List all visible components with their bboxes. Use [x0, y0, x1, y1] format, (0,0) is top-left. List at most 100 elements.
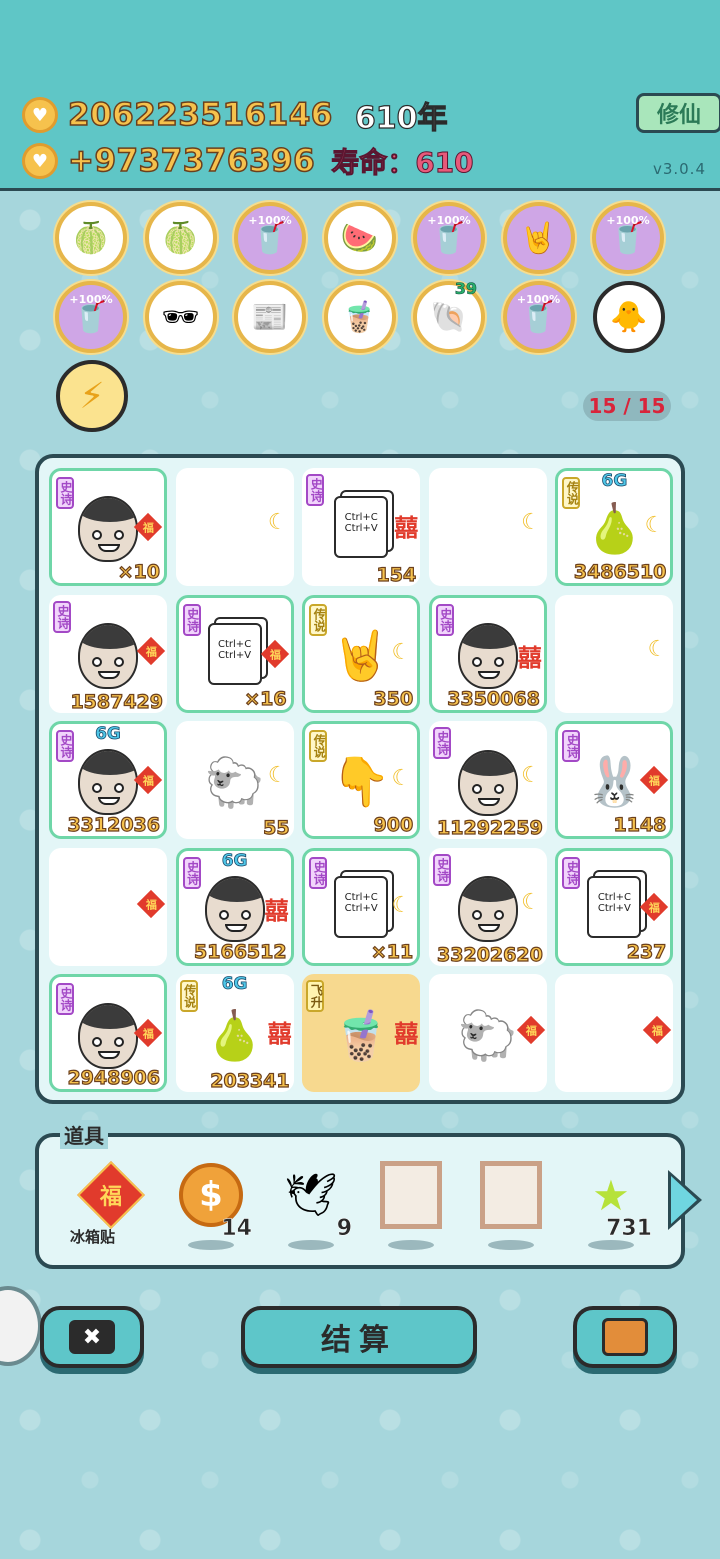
rarity-tag: 史诗	[306, 474, 325, 506]
fu-badge-icon: 福	[136, 889, 166, 918]
board-cell-pear[interactable]: 🍐 传说 6G ☾ 3486510	[555, 468, 674, 586]
top-header: ♥ 206223516146 610年 ♥ +9737376396 寿命：610…	[0, 0, 720, 191]
rarity-tag: 史诗	[309, 856, 328, 889]
relic-glyph: 📰	[251, 299, 289, 335]
heart-coin-icon: ♥	[22, 97, 58, 133]
moon-icon: ☾	[267, 510, 288, 535]
rarity-tag: 传说	[309, 603, 328, 636]
board-cell-face[interactable]: 史诗福 1587429	[49, 594, 167, 713]
relic-glyph: 🤘	[519, 220, 558, 256]
character-face-icon	[457, 749, 518, 816]
merge-board: 史诗福 ×10 ☾ Ctrl+C Ctrl+V 史诗囍 154 ☾ 🍐 传说 6G ☾ 3486510…	[35, 454, 685, 1104]
ctrl-c-v-card-icon: Ctrl+C Ctrl+V	[587, 875, 642, 938]
backpack-button[interactable]	[573, 1306, 677, 1368]
pomelo-icon[interactable]: 🍈	[144, 202, 217, 274]
relic-glyph: 🐚	[430, 299, 468, 335]
board-cell-point[interactable]: 👇 传说 ☾ 900	[302, 721, 421, 840]
tools-next-arrow-icon[interactable]	[668, 1170, 702, 1230]
rarity-tag: 史诗	[53, 600, 71, 633]
relic-glyph: 🍈	[161, 220, 200, 256]
relic-bonus-label: +100%	[69, 293, 113, 306]
rock-hand-icon[interactable]: 🤘	[502, 202, 575, 274]
cell-value: 11292259	[436, 817, 543, 840]
tool-bird[interactable]: 🕊 9	[276, 1160, 352, 1250]
cup-bonus-icon[interactable]: 🥤 +100%	[413, 202, 485, 274]
board-cell-tea[interactable]: 🧋 飞升囍	[302, 974, 421, 1093]
tool-fridge-magnet[interactable]: 福 冰箱贴	[70, 1160, 146, 1250]
coin-qty: 14	[221, 1216, 252, 1242]
lightning-icon[interactable]: ⚡	[56, 360, 128, 432]
fu-badge-icon: 福	[640, 766, 669, 795]
cup-bonus-icon[interactable]: 🥤 +100%	[234, 202, 306, 274]
rarity-tag: 史诗	[432, 727, 451, 760]
cultivate-button[interactable]: 修仙	[636, 93, 720, 133]
tool-frame-1[interactable]	[376, 1160, 446, 1250]
pear-sunglasses-icon[interactable]: 🕶	[144, 281, 217, 353]
board-cell-ctrl[interactable]: Ctrl+C Ctrl+V 史诗囍 154	[302, 468, 421, 586]
board-cell-ctrl[interactable]: Ctrl+C Ctrl+V 史诗 ☾ ×11	[302, 847, 421, 966]
board-cell-face[interactable]: 史诗 6G 囍 5166512	[175, 847, 294, 966]
board-cell-empty[interactable]: ☾	[555, 594, 674, 713]
relic-count: 39	[454, 279, 477, 299]
board-cell-face[interactable]: 史诗囍 3350068	[428, 594, 547, 713]
fu-badge-icon: 福	[133, 766, 163, 795]
character-face-icon	[457, 876, 518, 943]
ctrl-c-v-card-icon: Ctrl+C Ctrl+V	[334, 496, 389, 558]
relic-glyph: 🍉	[340, 220, 379, 256]
coins-rate-row: ♥ +9737376396 寿命：610	[22, 141, 474, 181]
fu-badge-icon: 福	[643, 1016, 672, 1045]
cup-bonus-icon[interactable]: 🥤 +100%	[55, 281, 127, 353]
shell-icon[interactable]: 🐚 39	[413, 279, 485, 353]
cell-value: 154	[376, 563, 417, 586]
double-happiness-icon: 囍	[517, 643, 542, 672]
pomelo-icon[interactable]: 🍈	[55, 202, 127, 274]
board-cell-sheep[interactable]: 🐑 福	[428, 974, 547, 1093]
tool-shadow	[288, 1240, 334, 1250]
board-cell-face[interactable]: 史诗福 ×10	[49, 468, 167, 586]
fu-icon: 福	[76, 1160, 146, 1230]
cup-bonus-icon[interactable]: 🥤 +100%	[502, 281, 575, 353]
board-cell-ctrl[interactable]: Ctrl+C Ctrl+V 史诗福 ×16	[175, 594, 294, 713]
tool-star[interactable]: ★ 731	[576, 1160, 652, 1250]
frame-icon	[376, 1160, 446, 1230]
bird-qty: 9	[336, 1216, 352, 1242]
board-cell-pears[interactable]: 🍐 传说 6G 囍 203341	[175, 974, 294, 1093]
tool-coin[interactable]: $ 14	[176, 1160, 252, 1250]
board-cell-empty[interactable]: ☾	[428, 468, 547, 586]
board-cell-empty[interactable]: 福	[555, 974, 674, 1093]
board-cell-face[interactable]: 史诗 6G 福 3312036	[49, 721, 167, 840]
settle-button[interactable]: 结算	[241, 1306, 477, 1368]
board-cell-face[interactable]: 史诗 ☾ 11292259	[428, 721, 547, 840]
cell-value: 2948906	[67, 1067, 161, 1090]
moon-icon: ☾	[521, 763, 541, 789]
cup-bonus-icon[interactable]: 🥤 +100%	[592, 202, 664, 274]
time-magazine-icon[interactable]: 📰	[234, 281, 306, 353]
board-cell-face[interactable]: 史诗福 2948906	[49, 974, 167, 1093]
pot-duck-icon[interactable]: 🐥	[593, 281, 665, 353]
board-cell-ctrl[interactable]: Ctrl+C Ctrl+V 史诗福 237	[555, 847, 674, 966]
tool-frame-2[interactable]	[476, 1160, 546, 1250]
board-cell-sheep[interactable]: 🐑 ☾ 55	[175, 721, 294, 840]
board-cell-rabbit[interactable]: 🐰 史诗福 1148	[555, 721, 674, 840]
fu-badge-icon: 福	[640, 892, 669, 921]
close-button[interactable]: ✖	[40, 1306, 144, 1368]
years-label: 610年	[354, 100, 448, 136]
moon-icon: ☾	[644, 513, 665, 538]
milk-tea-icon[interactable]: 🧋	[323, 281, 396, 353]
heart-coin-icon: ♥	[22, 143, 58, 179]
board-cell-empty[interactable]: ☾	[175, 468, 294, 586]
sheep-icon: 🐑	[457, 1007, 518, 1064]
rarity-tag: 史诗	[562, 856, 581, 889]
board-cell-face[interactable]: 史诗 ☾ 33202620	[428, 847, 547, 966]
rarity-tag: 史诗	[56, 983, 74, 1016]
coins-total-row: ♥ 206223516146 610年	[22, 93, 448, 137]
board-cell-empty[interactable]: 福	[49, 847, 167, 966]
relic-bonus-label: +100%	[427, 214, 471, 227]
character-face-icon	[457, 622, 518, 689]
fruit-basket-icon[interactable]: 🍉	[323, 202, 396, 274]
cell-value: ×11	[370, 940, 414, 963]
double-happiness-icon: 囍	[394, 1020, 419, 1049]
board-cell-rock[interactable]: 🤘 传说 ☾ 350	[302, 594, 421, 713]
frame-icon	[476, 1160, 546, 1230]
character-face-icon	[78, 749, 138, 816]
